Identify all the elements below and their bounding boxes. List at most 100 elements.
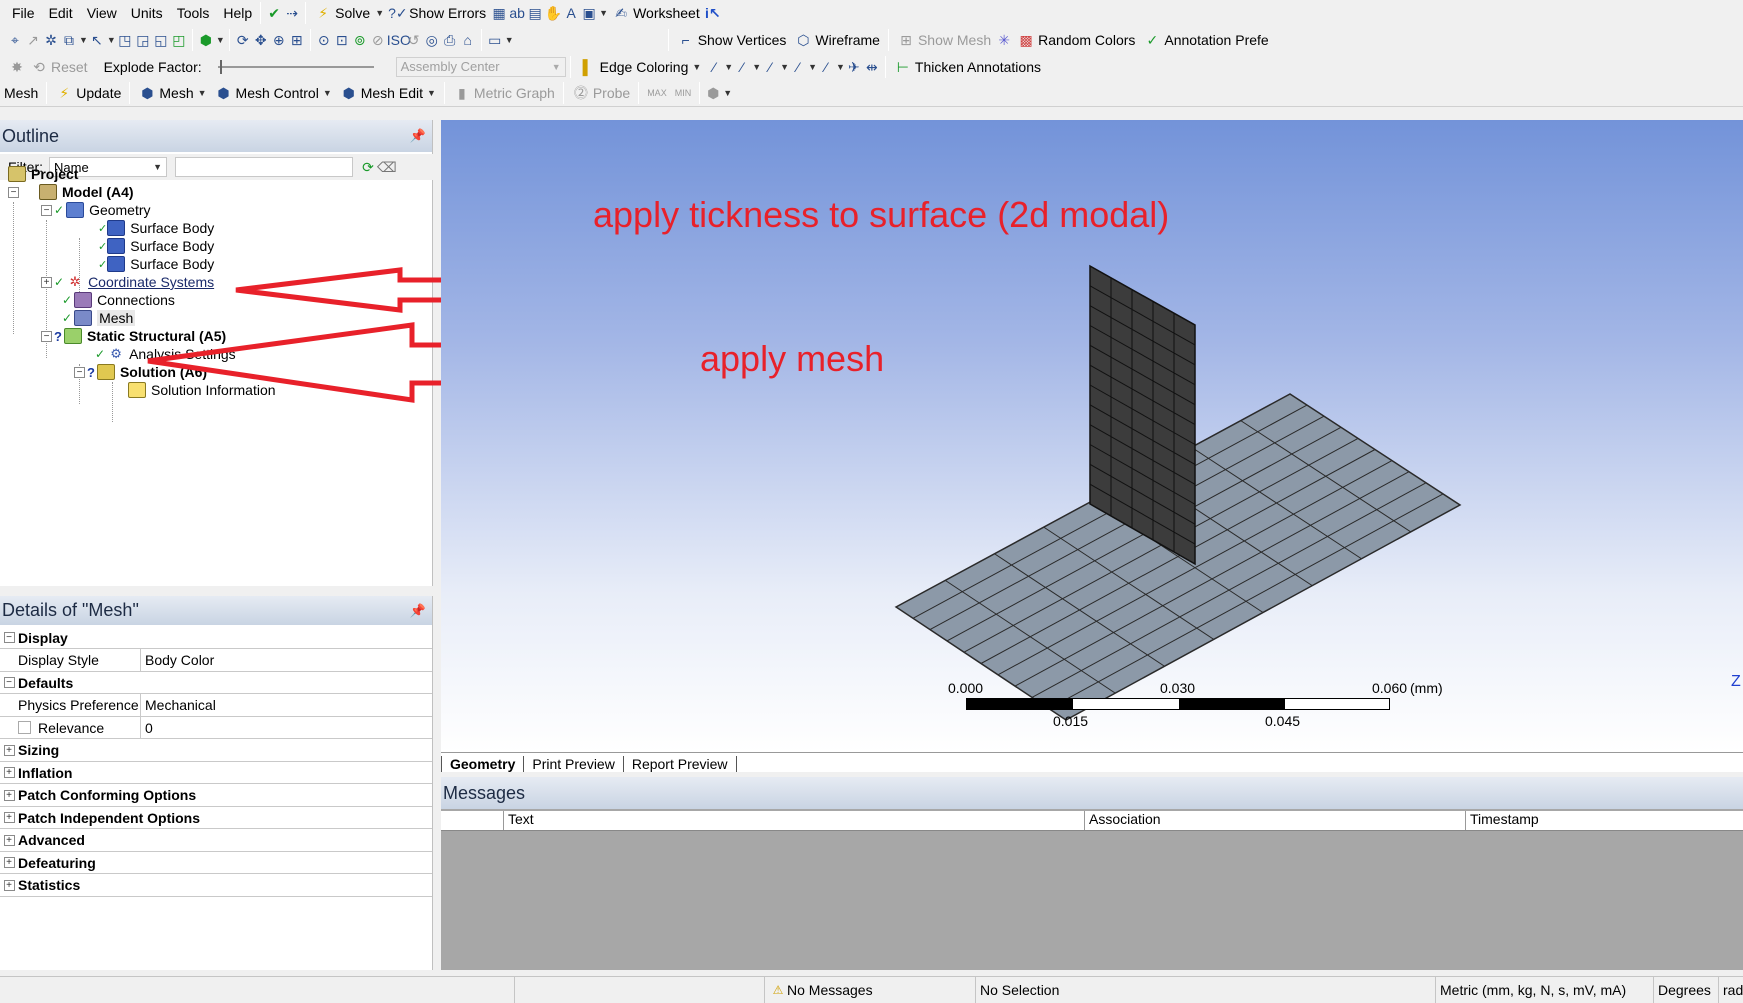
menu-units[interactable]: Units (131, 5, 163, 21)
refresh-icon[interactable]: ⟳ (359, 158, 377, 176)
graph-icon[interactable]: ▤ (526, 4, 544, 22)
select-body-icon[interactable]: ◰ (170, 31, 188, 49)
tree-item-connections[interactable]: ✓ Connections (62, 291, 175, 309)
graphics-viewport[interactable]: apply tickness to surface (2d modal) app… (441, 120, 1743, 752)
pin-icon[interactable]: 📌 (410, 603, 426, 619)
details-property-row[interactable]: Display Style Body Color (0, 649, 432, 672)
details-group-row[interactable]: + Patch Conforming Options (0, 784, 432, 807)
status-angle[interactable]: Degrees (1653, 977, 1718, 1003)
viewport-dropdown-icon[interactable]: ▼ (505, 35, 514, 45)
collapse-icon[interactable]: − (41, 204, 52, 216)
explode-slider[interactable] (217, 58, 376, 76)
solve-button[interactable]: ⚡ Solve (310, 0, 374, 26)
tree-item-solution[interactable]: − ? Solution (A6) (74, 363, 207, 381)
relevance-checkbox[interactable] (18, 720, 31, 734)
expand-icon[interactable]: + (3, 744, 15, 756)
menu-edit[interactable]: Edit (49, 5, 73, 21)
status-rad[interactable]: rad (1718, 977, 1743, 1003)
tree-item-project[interactable]: Project (8, 165, 78, 183)
edge-style-5-icon[interactable]: ⁄ (817, 58, 835, 76)
collapse-icon[interactable]: − (74, 366, 85, 378)
random-colors-button[interactable]: ▩ Random Colors (1013, 27, 1139, 53)
tree-item-mesh[interactable]: ✓ Mesh (62, 309, 136, 327)
hexagon-icon[interactable]: ⬢ (704, 84, 722, 102)
worksheet-button[interactable]: ✍ Worksheet (608, 0, 704, 26)
expand-icon[interactable]: + (3, 879, 15, 891)
details-group-row[interactable]: + Patch Independent Options (0, 807, 432, 829)
expand-icon[interactable]: + (3, 857, 15, 868)
min-button[interactable]: MIN (671, 80, 696, 106)
pointer-dropdown-icon[interactable]: ▼ (107, 35, 116, 45)
image-icon[interactable]: ▣ (580, 4, 598, 22)
tree-item-surface-body[interactable]: ✓ Surface Body (98, 255, 214, 273)
edge-coloring-button[interactable]: ▌ Edge Coloring ▼ (575, 54, 706, 80)
max-button[interactable]: MAX (643, 80, 671, 106)
details-group-row[interactable]: + Advanced (0, 829, 432, 852)
tab-report-preview[interactable]: Report Preview (624, 756, 737, 772)
expand-icon[interactable]: + (3, 767, 15, 778)
pointer-icon[interactable]: ↖ (88, 31, 106, 49)
edge-style-1-icon[interactable]: ⁄ (705, 58, 723, 76)
zoom-selection-icon[interactable]: ⊚ (351, 31, 369, 49)
tab-print-preview[interactable]: Print Preview (524, 756, 624, 772)
update-button[interactable]: ⚡ Update (51, 80, 125, 106)
menu-tools[interactable]: Tools (177, 5, 210, 21)
edge-style-3-icon[interactable]: ⁄ (761, 58, 779, 76)
menu-view[interactable]: View (87, 5, 117, 21)
tree-item-geometry[interactable]: − ✓ Geometry (41, 201, 151, 219)
tree-item-coordinate-systems[interactable]: + ✓ ✲ Coordinate Systems (41, 273, 214, 291)
show-errors-button[interactable]: ?✓ Show Errors (384, 0, 490, 26)
assembly-center-select[interactable]: Assembly Center ▼ (395, 56, 566, 77)
zoom-box-icon[interactable]: ⊞ (288, 31, 306, 49)
details-group-row[interactable]: + Statistics (0, 874, 432, 897)
iso-icon[interactable]: ISO (387, 31, 411, 49)
expand-icon[interactable]: + (3, 834, 15, 846)
details-property-value[interactable]: Body Color (141, 652, 214, 668)
explode-icon[interactable]: ✸ (8, 58, 26, 76)
thickness-icon[interactable]: ⇹ (863, 58, 881, 76)
extend-dropdown-icon[interactable]: ▼ (216, 35, 225, 45)
tree-item-model[interactable]: − Model (A4) (8, 183, 134, 201)
xyz-icon[interactable]: ✲ (42, 31, 60, 49)
details-group-row[interactable]: + Inflation (0, 762, 432, 784)
pan-icon[interactable]: ✥ (252, 31, 270, 49)
text-abc-icon[interactable]: ab (508, 4, 526, 22)
expand-icon[interactable]: + (41, 276, 52, 288)
image-dropdown-icon[interactable]: ▼ (599, 8, 608, 18)
tree-item-surface-body[interactable]: ✓ Surface Body (98, 237, 214, 255)
tab-geometry[interactable]: Geometry (441, 756, 525, 772)
viewport-icon[interactable]: ▭ (486, 31, 504, 49)
select-edge-icon[interactable]: ◲ (134, 31, 152, 49)
select-mode-dropdown-icon[interactable]: ▼ (79, 35, 88, 45)
edge-style-2-icon[interactable]: ⁄ (733, 58, 751, 76)
expand-icon[interactable]: + (3, 812, 15, 823)
details-property-row[interactable]: Physics Preference Mechanical (0, 694, 432, 717)
probe-button[interactable]: ⓶ Probe (568, 80, 634, 106)
details-group-row[interactable]: − Display (0, 627, 432, 649)
info-cursor-icon[interactable]: i↖ (704, 4, 722, 22)
details-group-row[interactable]: − Defaults (0, 672, 432, 694)
mesh-model[interactable] (441, 120, 1743, 752)
zoom-fit-icon[interactable]: ⊙ (315, 31, 333, 49)
printer-icon[interactable]: ⎙ (441, 31, 459, 49)
column-header-timestamp[interactable]: Timestamp (1466, 811, 1743, 830)
annotation-preferences-button[interactable]: ✓ Annotation Prefe (1139, 27, 1272, 53)
thicken-annotations-button[interactable]: ⊢ Thicken Annotations (890, 54, 1045, 80)
expand-icon[interactable]: + (3, 789, 15, 801)
collapse-icon[interactable]: − (3, 677, 15, 688)
column-header-association[interactable]: Association (1085, 811, 1466, 830)
details-property-row[interactable]: Relevance 0 (0, 716, 432, 739)
solve-dropdown-icon[interactable]: ▼ (375, 8, 384, 18)
zoom-icon[interactable]: ⊕ (270, 31, 288, 49)
transfer-icon[interactable]: ⇢ (283, 4, 301, 22)
menu-help[interactable]: Help (223, 5, 252, 21)
details-group-row[interactable]: + Defeaturing (0, 852, 432, 874)
collapse-icon[interactable]: − (8, 186, 19, 198)
edge-style-4-icon[interactable]: ⁄ (789, 58, 807, 76)
direction-icon[interactable]: ↗ (24, 31, 42, 49)
mesh-control-button[interactable]: ⬢ Mesh Control ▼ (211, 80, 336, 106)
column-header-text[interactable]: Text (504, 811, 1085, 830)
mesh-menu-button[interactable]: ⬢ Mesh ▼ (134, 80, 210, 106)
pin-icon[interactable]: ✈ (845, 58, 863, 76)
tree-item-solution-information[interactable]: Solution Information (128, 381, 276, 399)
